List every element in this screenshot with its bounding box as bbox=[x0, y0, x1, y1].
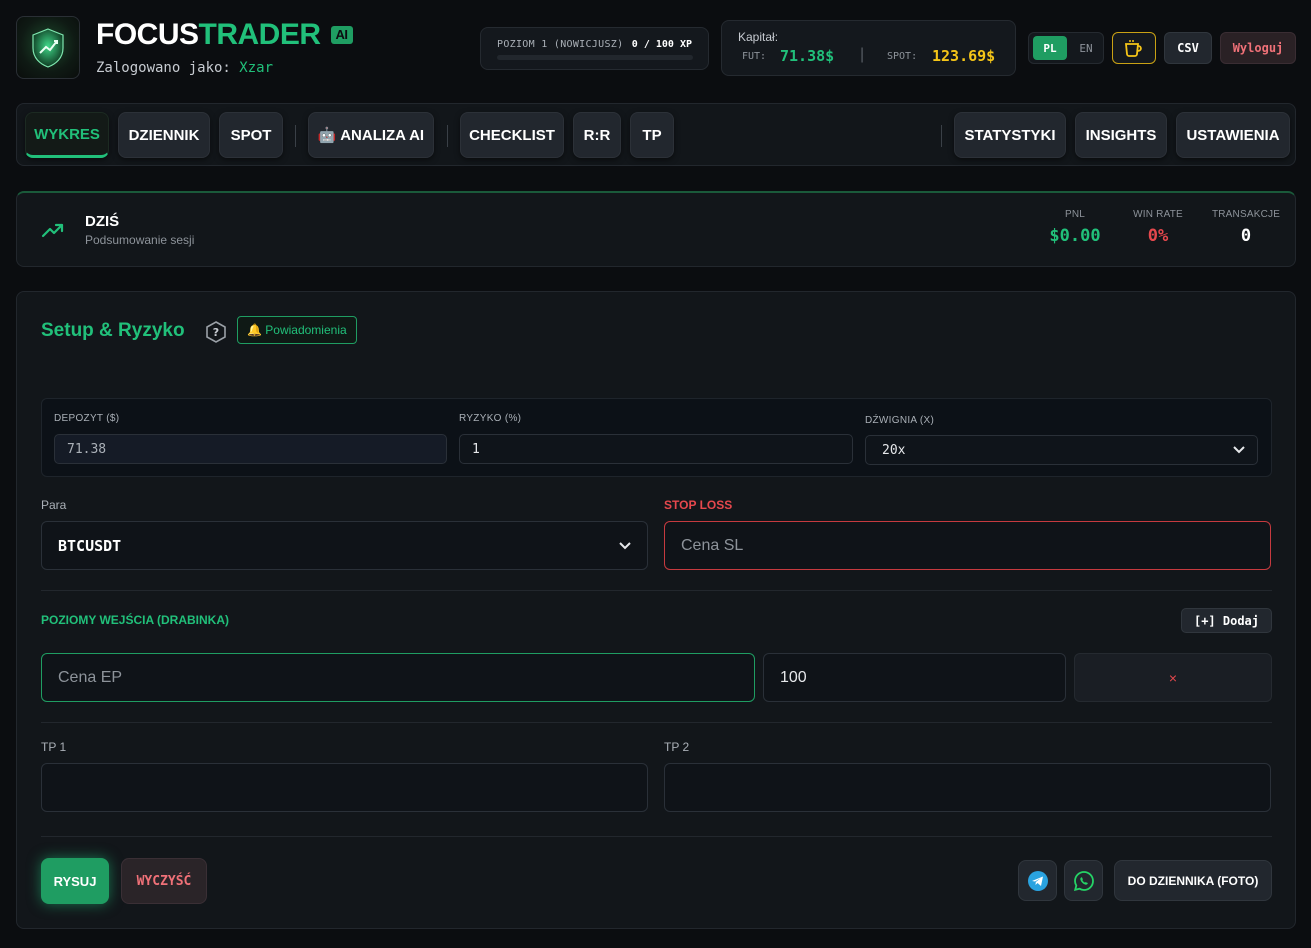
to-journal-photo-button[interactable]: DO DZIENNIKA (FOTO) bbox=[1114, 860, 1272, 901]
today-summary: DZIŚ Podsumowanie sesji PNL $0.00 WIN RA… bbox=[16, 191, 1296, 267]
nav-divider bbox=[295, 125, 296, 147]
logo-shield-icon bbox=[16, 16, 80, 79]
tp2-label: TP 2 bbox=[664, 740, 690, 754]
pair-value: BTCUSDT bbox=[58, 536, 122, 555]
pair-label: Para bbox=[41, 498, 67, 512]
leverage-select[interactable]: 20x bbox=[865, 435, 1258, 465]
logged-in-text: Zalogowano jako: Xzar bbox=[96, 60, 273, 76]
xp-text: 0 / 100 XP bbox=[631, 39, 692, 50]
entry-size-input[interactable]: 100 bbox=[763, 653, 1066, 702]
stop-loss-label: STOP LOSS bbox=[664, 498, 733, 512]
draw-button[interactable]: RYSUJ bbox=[41, 858, 109, 904]
tab-spot[interactable]: SPOT bbox=[219, 112, 283, 158]
trades-value: 0 bbox=[1240, 226, 1252, 246]
ai-badge: AI bbox=[330, 26, 353, 44]
today-title: DZIŚ bbox=[85, 213, 120, 230]
spot-value: 123.69$ bbox=[932, 47, 996, 65]
whatsapp-icon bbox=[1073, 870, 1094, 891]
tab-chart[interactable]: WYKRES bbox=[25, 112, 109, 158]
winrate-value: 0% bbox=[1147, 226, 1169, 246]
brand-part2: TRADER bbox=[198, 18, 322, 51]
csv-export-button[interactable]: CSV bbox=[1164, 32, 1212, 64]
nav-divider bbox=[447, 125, 448, 147]
logged-prefix: Zalogowano jako: bbox=[96, 60, 231, 76]
fut-label: FUT: bbox=[742, 51, 767, 62]
tp1-label: TP 1 bbox=[41, 740, 67, 754]
main-nav: WYKRES DZIENNIK SPOT 🤖 ANALIZA AI CHECKL… bbox=[16, 103, 1296, 166]
help-icon[interactable]: ? bbox=[205, 321, 227, 343]
notifications-button[interactable]: 🔔 Powiadomienia bbox=[237, 316, 357, 344]
svg-text:?: ? bbox=[213, 326, 219, 339]
stat-winrate: WIN RATE 0% bbox=[1129, 209, 1187, 246]
username: Xzar bbox=[239, 60, 274, 76]
add-entry-button[interactable]: [+] Dodaj bbox=[1181, 608, 1272, 633]
whatsapp-share-button[interactable] bbox=[1064, 860, 1103, 901]
winrate-label: WIN RATE bbox=[1133, 209, 1183, 220]
lang-en-button[interactable]: EN bbox=[1071, 36, 1101, 60]
tp1-input[interactable] bbox=[41, 763, 648, 812]
tab-statistics[interactable]: STATYSTYKI bbox=[954, 112, 1066, 158]
capital-box: Kapitał: FUT: 71.38$ | SPOT: 123.69$ bbox=[721, 20, 1016, 76]
tab-journal[interactable]: DZIENNIK bbox=[118, 112, 210, 158]
tab-insights[interactable]: INSIGHTS bbox=[1075, 112, 1167, 158]
xp-bar bbox=[497, 55, 693, 60]
spot-label: SPOT: bbox=[887, 51, 918, 62]
coffee-icon bbox=[1125, 40, 1142, 57]
pnl-value: $0.00 bbox=[1049, 226, 1101, 246]
stop-loss-input[interactable]: Cena SL bbox=[664, 521, 1271, 570]
language-switch: PL EN bbox=[1028, 32, 1104, 64]
stat-trades: TRANSAKCJE 0 bbox=[1211, 209, 1281, 246]
clear-button[interactable]: WYCZYŚĆ bbox=[121, 858, 207, 904]
tab-tp[interactable]: TP bbox=[630, 112, 674, 158]
setup-panel: Setup & Ryzyko ? 🔔 Powiadomienia DEPOZYT… bbox=[16, 291, 1296, 929]
lang-pl-button[interactable]: PL bbox=[1033, 36, 1067, 60]
deposit-label: DEPOZYT ($) bbox=[54, 413, 120, 424]
brand-part1: FOCUS bbox=[96, 18, 199, 51]
level-label: POZIOM 1 (NOWICJUSZ) bbox=[497, 39, 624, 50]
pnl-label: PNL bbox=[1064, 209, 1086, 220]
chevron-down-icon bbox=[1233, 446, 1245, 454]
tp2-input[interactable] bbox=[664, 763, 1271, 812]
deposit-input[interactable]: 71.38 bbox=[54, 434, 447, 464]
fut-value: 71.38$ bbox=[780, 47, 835, 65]
tab-ai-analysis[interactable]: 🤖 ANALIZA AI bbox=[308, 112, 434, 158]
tab-settings[interactable]: USTAWIENIA bbox=[1176, 112, 1290, 158]
stat-pnl: PNL $0.00 bbox=[1047, 209, 1103, 246]
remove-entry-button[interactable]: × bbox=[1074, 653, 1272, 702]
trending-up-icon bbox=[41, 223, 64, 238]
divider bbox=[41, 836, 1272, 837]
trades-label: TRANSAKCJE bbox=[1211, 209, 1281, 220]
coffee-button[interactable] bbox=[1112, 32, 1156, 64]
setup-title: Setup & Ryzyko bbox=[41, 320, 185, 341]
capital-title: Kapitał: bbox=[738, 30, 779, 44]
header: FOCUS TRADER AI Zalogowano jako: Xzar POZ… bbox=[0, 0, 1311, 96]
leverage-label: DŹWIGNIA (X) bbox=[865, 415, 935, 426]
pair-select[interactable]: BTCUSDT bbox=[41, 521, 648, 570]
risk-settings-box: DEPOZYT ($) 71.38 RYZYKO (%) 1 DŹWIGNIA … bbox=[41, 398, 1272, 477]
entry-levels-label: POZIOMY WEJŚCIA (DRABINKA) bbox=[41, 613, 230, 627]
xp-progress-box: POZIOM 1 (NOWICJUSZ) 0 / 100 XP bbox=[480, 27, 709, 70]
risk-label: RYZYKO (%) bbox=[459, 413, 522, 424]
telegram-icon bbox=[1027, 870, 1048, 891]
entry-price-input[interactable]: Cena EP bbox=[41, 653, 755, 702]
tab-rr[interactable]: R:R bbox=[573, 112, 621, 158]
leverage-value: 20x bbox=[882, 442, 906, 458]
logout-button[interactable]: Wyloguj bbox=[1220, 32, 1296, 64]
tab-checklist[interactable]: CHECKLIST bbox=[460, 112, 564, 158]
brand-title: FOCUS TRADER AI bbox=[96, 18, 353, 52]
telegram-share-button[interactable] bbox=[1018, 860, 1057, 901]
nav-divider bbox=[941, 125, 942, 147]
divider bbox=[41, 590, 1272, 591]
risk-input[interactable]: 1 bbox=[459, 434, 853, 464]
capital-separator: | bbox=[860, 46, 865, 63]
chevron-down-icon bbox=[619, 541, 631, 549]
today-subtitle: Podsumowanie sesji bbox=[85, 233, 195, 247]
divider bbox=[41, 722, 1272, 723]
